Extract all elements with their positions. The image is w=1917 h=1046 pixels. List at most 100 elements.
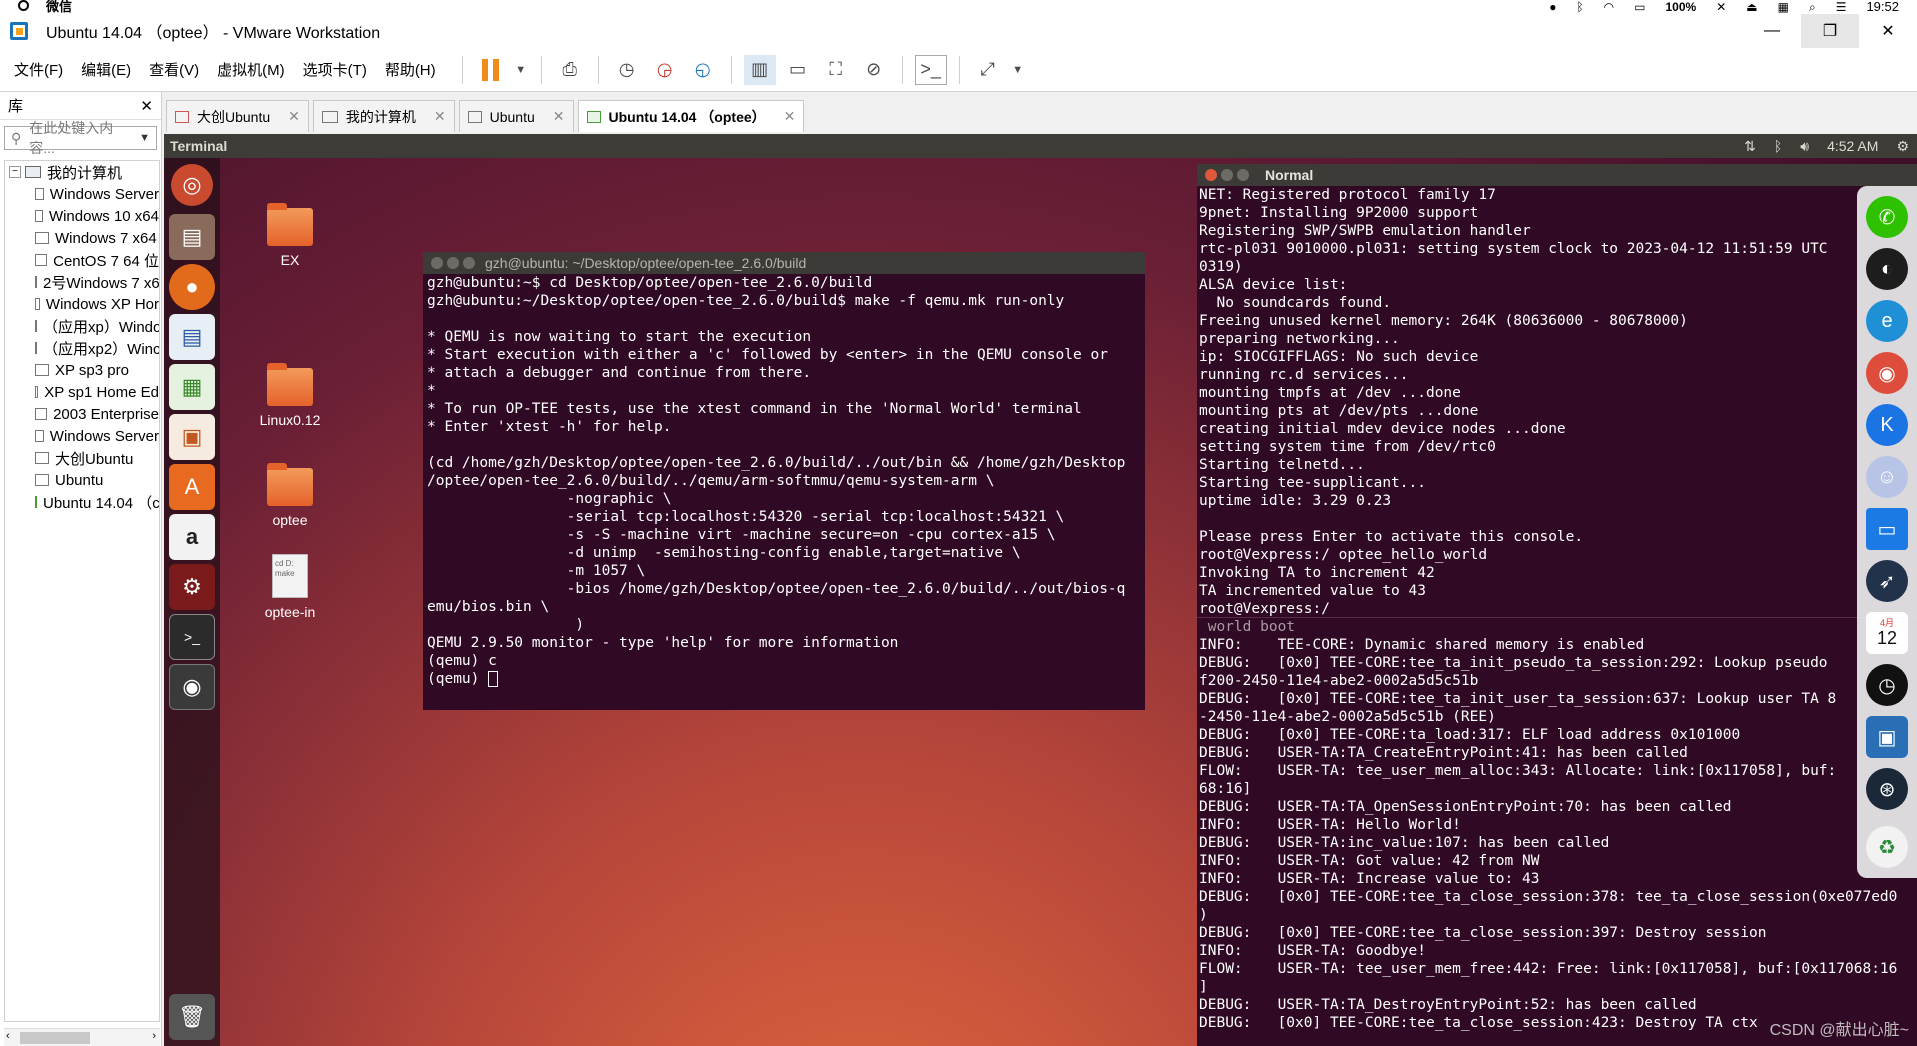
close-icon[interactable] (1205, 169, 1217, 181)
menu-file[interactable]: 文件(F) (14, 59, 63, 80)
network-icon[interactable]: ⇅ (1744, 138, 1756, 155)
desktop-folder-ex[interactable]: EX (250, 203, 330, 268)
library-search-box[interactable]: ⚲ 在此处键入内容... ▼ (4, 120, 157, 156)
bluetooth-icon[interactable]: ᛒ (1576, 0, 1583, 14)
snapshot-icon[interactable]: ◷ (611, 55, 643, 85)
tree-root-my-computer[interactable]: − 我的计算机 (5, 161, 159, 183)
close-button[interactable]: ✕ (1859, 14, 1917, 48)
vm-tree-item[interactable]: 2003 Enterprise (5, 403, 159, 425)
tab-ubuntu[interactable]: Ubuntu ✕ (458, 100, 574, 132)
calc-icon[interactable]: ▦ (169, 364, 215, 410)
menu-view[interactable]: 查看(V) (149, 59, 199, 80)
wifi-icon[interactable]: ◠ (1604, 0, 1614, 14)
desktop-folder-linux012[interactable]: Linux0.12 (250, 363, 330, 428)
monitor-app-icon[interactable]: ▭ (1866, 508, 1908, 550)
virtualbox-icon[interactable]: ▣ (1866, 716, 1908, 758)
wechat-icon[interactable]: ✆ (1866, 196, 1908, 238)
library-horizontal-scrollbar[interactable]: ‹ › (4, 1028, 160, 1046)
tab-close-icon[interactable]: ✕ (553, 108, 565, 125)
vm-tree-item[interactable]: CentOS 7 64 位 (5, 249, 159, 271)
menu-tabs[interactable]: 选项卡(T) (303, 59, 367, 80)
tab-close-icon[interactable]: ✕ (784, 108, 796, 125)
vm-tree-item[interactable]: Ubuntu (5, 469, 159, 491)
scroll-right-icon[interactable]: › (152, 1030, 156, 1042)
vm-tree-item[interactable]: Windows Server (5, 183, 159, 205)
console-view-icon[interactable]: >_ (914, 54, 947, 85)
restore-button[interactable]: ❐ (1801, 14, 1859, 48)
ubuntu-clock[interactable]: 4:52 AM (1827, 138, 1878, 154)
vm-tree-item[interactable]: Windows 10 x64 (5, 205, 159, 227)
files-icon[interactable]: ▤ (169, 214, 215, 260)
search-icon[interactable]: ⌕ (1809, 0, 1816, 14)
stretch-guest-icon[interactable]: ⤢ (972, 55, 1004, 85)
close-icon[interactable] (431, 257, 443, 269)
tab-close-icon[interactable]: ✕ (288, 108, 300, 125)
normal-world-output[interactable]: NET: Registered protocol family 17 9pnet… (1197, 186, 1917, 618)
chrome-icon[interactable]: ◉ (1866, 352, 1908, 394)
vm-tree-item[interactable]: 大创Ubuntu (5, 447, 159, 469)
build-terminal-window[interactable]: gzh@ubuntu: ~/Desktop/optee/open-tee_2.6… (423, 252, 1145, 710)
keyboard-icon[interactable]: ▦ (1778, 0, 1789, 14)
recycle-bin-icon[interactable]: ♻ (1866, 826, 1908, 868)
display-icon[interactable]: ▭ (1634, 0, 1645, 14)
clock-app-icon[interactable]: ◷ (1866, 664, 1908, 706)
secure-world-output[interactable]: world boot INFO: TEE-CORE: Dynamic share… (1197, 618, 1917, 1032)
snapshot-manager-icon[interactable]: ◵ (687, 55, 719, 85)
show-library-icon[interactable]: ▥ (743, 54, 776, 85)
minimize-icon[interactable] (1221, 169, 1233, 181)
vm-tree-item[interactable]: Windows 7 x64 (5, 227, 159, 249)
send-ctrl-alt-del-icon[interactable]: ⎙ (554, 55, 586, 85)
tab-dachuang-ubuntu[interactable]: 大创Ubuntu ✕ (166, 100, 309, 132)
terminal-output[interactable]: gzh@ubuntu:~$ cd Desktop/optee/open-tee_… (423, 274, 1145, 710)
maximize-icon[interactable] (463, 257, 475, 269)
control-center-icon[interactable]: ☰ (1836, 0, 1847, 14)
tab-ubuntu-optee[interactable]: Ubuntu 14.04 （optee） ✕ (577, 100, 805, 132)
trash-icon[interactable]: 🗑︎ (169, 994, 215, 1040)
maximize-icon[interactable] (1237, 169, 1249, 181)
vm-tree-item[interactable]: XP sp3 pro (5, 359, 159, 381)
amazon-icon[interactable]: a (169, 514, 215, 560)
suspend-button[interactable] (475, 55, 507, 85)
unity-icon[interactable]: ⊘ (858, 55, 890, 85)
menu-edit[interactable]: 编辑(E) (81, 59, 131, 80)
dash-home-icon[interactable]: ◎ (171, 164, 213, 206)
steam-icon[interactable]: ⊛ (1866, 768, 1908, 810)
terminal-icon[interactable]: >_ (169, 614, 215, 660)
search-dropdown-icon[interactable]: ▼ (139, 132, 150, 144)
tab-close-icon[interactable]: ✕ (434, 108, 446, 125)
normal-world-terminal-window[interactable]: Normal NET: Registered protocol family 1… (1197, 164, 1917, 1046)
tab-my-computer[interactable]: 我的计算机 ✕ (312, 100, 455, 132)
desktop-file-optee-in[interactable]: cd D: make optee-in (250, 554, 330, 620)
full-screen-icon[interactable]: ⛶ (820, 55, 852, 85)
vm-tree-item[interactable]: （应用xp2）Winc (5, 337, 159, 359)
revert-snapshot-icon[interactable]: ◶ (649, 55, 681, 85)
impress-icon[interactable]: ▣ (169, 414, 215, 460)
collapse-icon[interactable]: − (9, 166, 21, 178)
system-settings-icon[interactable]: ⚙ (169, 564, 215, 610)
avatar-app-icon[interactable]: ☺ (1866, 456, 1908, 498)
menu-vm[interactable]: 虚拟机(M) (217, 59, 285, 80)
disk-icon[interactable]: ◉ (169, 664, 215, 710)
vm-tree-item[interactable]: Windows XP Hor (5, 293, 159, 315)
qq-icon[interactable]: ◐ (1866, 248, 1908, 290)
calendar-icon[interactable]: 4月 12 (1866, 612, 1908, 654)
minimize-icon[interactable] (447, 257, 459, 269)
software-center-icon[interactable]: A (169, 464, 215, 510)
library-search-input[interactable]: 在此处键入内容... (29, 118, 131, 158)
desktop-folder-optee[interactable]: optee (250, 463, 330, 528)
vm-tree-item[interactable]: 2号Windows 7 x6 (5, 271, 159, 293)
user-icon[interactable]: ● (1549, 0, 1556, 14)
scroll-left-icon[interactable]: ‹ (6, 1030, 10, 1042)
mute-icon[interactable]: ✕ (1716, 0, 1726, 14)
minimize-button[interactable]: — (1743, 14, 1801, 48)
scrollbar-thumb[interactable] (20, 1032, 90, 1044)
thumbnail-bar-icon[interactable]: ▭ (782, 55, 814, 85)
writer-icon[interactable]: ▤ (169, 314, 215, 360)
firefox-icon[interactable]: ● (169, 264, 215, 310)
library-close-icon[interactable]: ✕ (140, 97, 153, 115)
settings-gear-icon[interactable]: ⚙ (1896, 138, 1909, 155)
menu-help[interactable]: 帮助(H) (385, 59, 436, 80)
vm-tree-item[interactable]: XP sp1 Home Ed (5, 381, 159, 403)
vm-tree-item[interactable]: Ubuntu 14.04 （c (5, 491, 159, 513)
volume-icon[interactable]: 🔊︎ (1800, 138, 1809, 155)
